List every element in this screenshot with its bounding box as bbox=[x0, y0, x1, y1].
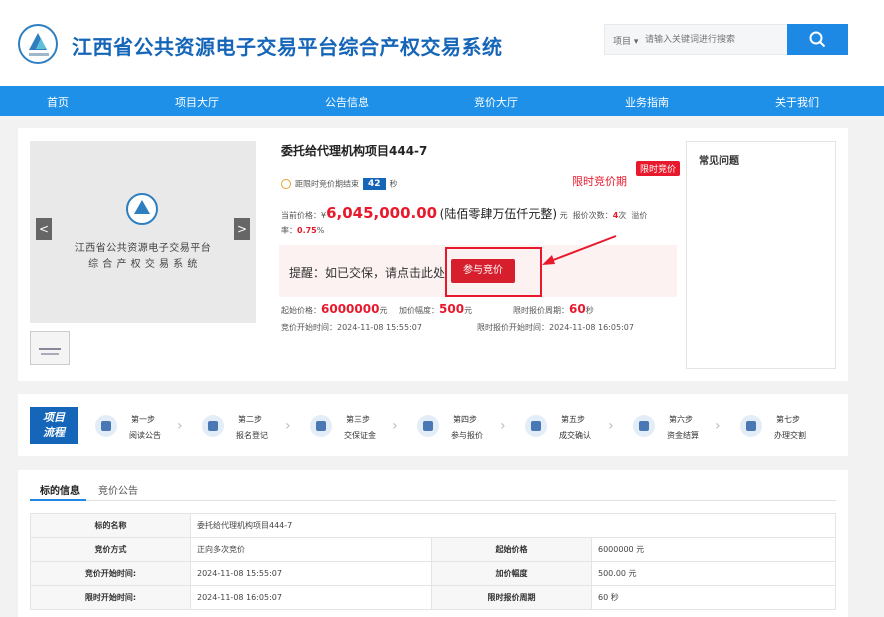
tab-subject-info[interactable]: 标的信息 bbox=[40, 482, 80, 497]
table-label: 竞价开始时间: bbox=[30, 561, 191, 586]
nav-item-about[interactable]: 关于我们 bbox=[742, 94, 852, 110]
scale-icon bbox=[740, 415, 762, 437]
nav-item-bidding-hall[interactable]: 竞价大厅 bbox=[441, 94, 551, 110]
premium-rate-row: 率：0.75% bbox=[281, 226, 325, 235]
faq-panel: 常见问题 bbox=[686, 141, 836, 369]
reminder-text: 提醒：如已交保，请点击此处 bbox=[289, 266, 446, 280]
chevron-right-icon: › bbox=[500, 418, 506, 434]
search-box: 项目 ▾ bbox=[604, 24, 788, 55]
chevron-right-icon: › bbox=[285, 418, 291, 434]
chevron-right-icon: › bbox=[608, 418, 614, 434]
table-row: 竞价开始时间: 2024-11-08 15:55:07 加价幅度 500.00 … bbox=[30, 561, 836, 586]
current-price-chinese: (陆佰零肆万伍仟元整) bbox=[439, 207, 558, 221]
main-nav: 首页 项目大厅 公告信息 竞价大厅 业务指南 关于我们 bbox=[0, 86, 884, 116]
table-label: 限时报价周期 bbox=[431, 585, 592, 610]
chevron-right-icon: › bbox=[715, 418, 721, 434]
search-icon bbox=[809, 31, 826, 48]
search-button[interactable] bbox=[787, 24, 848, 55]
annotation-arrow-icon bbox=[542, 235, 617, 265]
active-tab-indicator bbox=[30, 499, 86, 501]
shield-icon bbox=[310, 415, 332, 437]
table-label: 标的名称 bbox=[30, 513, 191, 538]
table-value: 60 秒 bbox=[591, 585, 836, 610]
tab-divider bbox=[30, 500, 836, 501]
countdown-value: 42 bbox=[363, 178, 386, 190]
search-type-select[interactable]: 项目 ▾ bbox=[613, 34, 638, 47]
nav-item-guide[interactable]: 业务指南 bbox=[592, 94, 702, 110]
site-title[interactable]: 江西省公共资源电子交易平台综合产权交易系统 bbox=[72, 31, 503, 60]
project-title: 委托给代理机构项目444-7 bbox=[281, 144, 428, 158]
table-value: 500.00 元 bbox=[591, 561, 836, 586]
site-logo-icon[interactable] bbox=[18, 24, 58, 64]
table-value: 2024-11-08 15:55:07 bbox=[190, 561, 432, 586]
announcement-icon bbox=[95, 415, 117, 437]
current-price-row: 当前价格：¥6,045,000.00 (陆佰零肆万伍仟元整) 元 报价次数：4次… bbox=[281, 204, 648, 222]
table-row: 标的名称 委托给代理机构项目444-7 bbox=[30, 513, 836, 538]
limited-start-time: 2024-11-08 16:05:07 bbox=[549, 323, 634, 332]
clock-icon bbox=[281, 179, 291, 189]
table-row: 竞价方式 正向多次竞价 起始价格 6000000 元 bbox=[30, 537, 836, 562]
status-badge: 限时竞价 bbox=[636, 161, 681, 176]
register-icon bbox=[202, 415, 224, 437]
nav-item-home[interactable]: 首页 bbox=[3, 94, 113, 110]
increment: 500 bbox=[439, 302, 465, 316]
settlement-icon bbox=[633, 415, 655, 437]
gallery-caption-line1: 江西省公共资源电子交易平台 bbox=[74, 243, 212, 254]
bid-start-time: 2024-11-08 15:55:07 bbox=[337, 323, 422, 332]
countdown-row: 距限时竞价期结束 42 秒 bbox=[281, 178, 398, 190]
table-label: 加价幅度 bbox=[431, 561, 592, 586]
faq-title: 常见问题 bbox=[699, 156, 739, 167]
gallery-thumbnail[interactable] bbox=[30, 331, 70, 365]
chevron-right-icon: › bbox=[177, 418, 183, 434]
search-input[interactable] bbox=[645, 31, 785, 49]
highlight-annotation-box bbox=[445, 247, 542, 297]
gallery-logo-icon bbox=[126, 193, 158, 225]
check-icon bbox=[525, 415, 547, 437]
nav-item-projects[interactable]: 项目大厅 bbox=[142, 94, 252, 110]
table-value: 6000000 元 bbox=[591, 537, 836, 562]
flow-badge: 项目 流程 bbox=[30, 407, 78, 444]
nav-item-announcements[interactable]: 公告信息 bbox=[292, 94, 402, 110]
current-price: 6,045,000.00 bbox=[326, 204, 438, 222]
project-image-gallery: 江西省公共资源电子交易平台 综 合 产 权 交 易 系 统 < > bbox=[30, 141, 256, 323]
table-label: 竞价方式 bbox=[30, 537, 191, 562]
period: 60 bbox=[569, 302, 586, 316]
chevron-right-icon: › bbox=[392, 418, 398, 434]
tab-bid-announcement[interactable]: 竞价公告 bbox=[98, 482, 138, 497]
table-value: 2024-11-08 16:05:07 bbox=[190, 585, 432, 610]
gallery-prev-button[interactable]: < bbox=[36, 218, 52, 240]
gallery-caption-line2: 综 合 产 权 交 易 系 统 bbox=[88, 259, 198, 270]
gallery-next-button[interactable]: > bbox=[234, 218, 250, 240]
site-header: 江西省公共资源电子交易平台综合产权交易系统 项目 ▾ bbox=[0, 0, 884, 86]
table-value: 委托给代理机构项目444-7 bbox=[190, 513, 836, 538]
table-label: 限时开始时间: bbox=[30, 585, 191, 610]
start-price: 6000000 bbox=[321, 302, 380, 316]
subject-info-table: 标的名称 委托给代理机构项目444-7 竞价方式 正向多次竞价 起始价格 600… bbox=[30, 513, 836, 610]
premium-rate: 0.75 bbox=[297, 226, 317, 235]
table-label: 起始价格 bbox=[431, 537, 592, 562]
bid-stage-label: 限时竞价期 bbox=[572, 175, 627, 188]
table-value: 正向多次竞价 bbox=[190, 537, 432, 562]
table-row: 限时开始时间: 2024-11-08 16:05:07 限时报价周期 60 秒 bbox=[30, 585, 836, 610]
gavel-icon bbox=[417, 415, 439, 437]
